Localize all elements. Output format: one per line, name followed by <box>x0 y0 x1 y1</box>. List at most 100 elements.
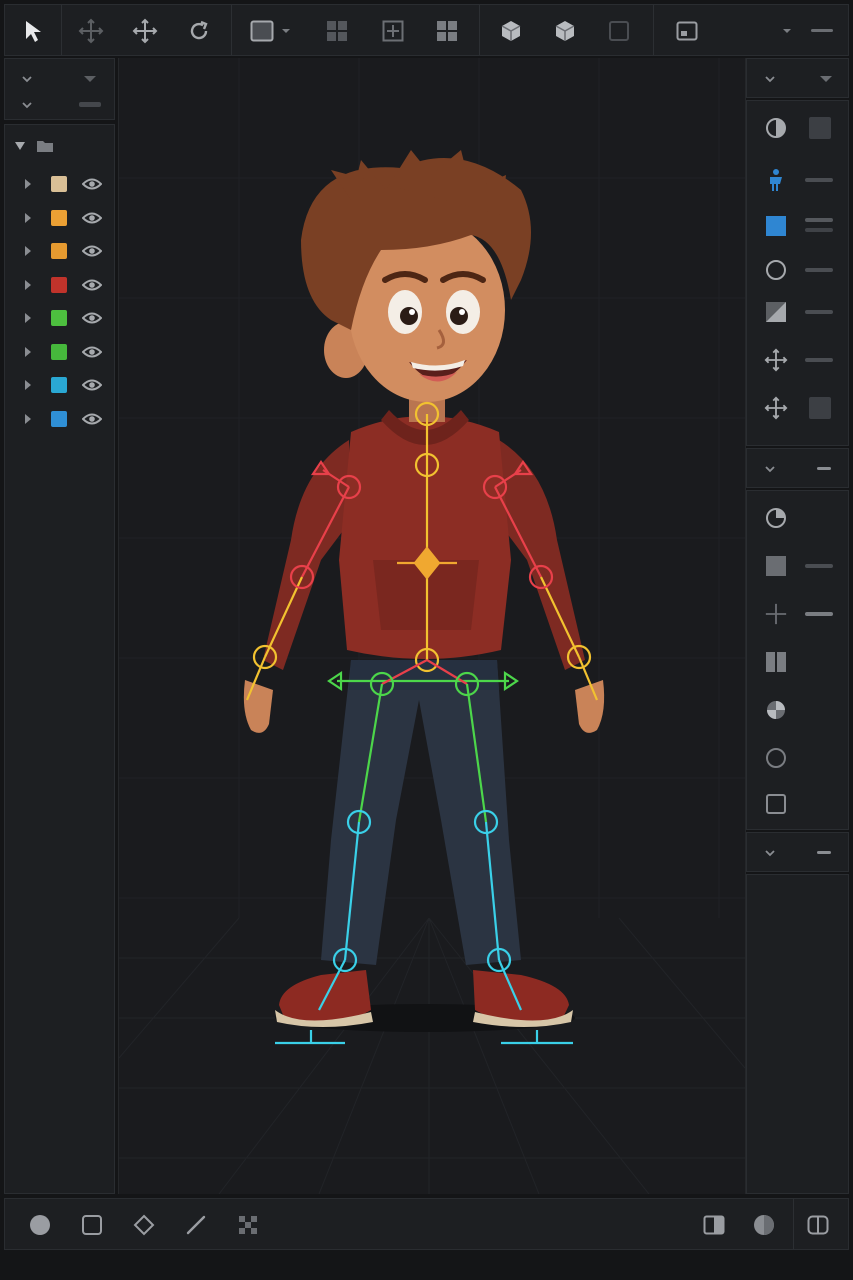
property-value-bar[interactable] <box>805 218 833 222</box>
eye-icon[interactable] <box>82 311 102 325</box>
select-tool-button[interactable] <box>13 13 53 49</box>
layer-item[interactable] <box>5 169 115 199</box>
expand-triangle-icon[interactable] <box>24 212 32 224</box>
property-row[interactable] <box>763 257 789 283</box>
eye-icon[interactable] <box>82 345 102 359</box>
square-shape-button[interactable] <box>77 1211 107 1239</box>
layer-color-swatch[interactable] <box>51 377 67 393</box>
move-light-tool-button[interactable] <box>71 13 111 49</box>
eye-icon[interactable] <box>82 278 102 292</box>
expand-triangle-icon[interactable] <box>24 245 32 257</box>
material-preview-button[interactable] <box>749 1211 779 1239</box>
rotate-tool-button[interactable] <box>179 13 219 49</box>
circle-shape-button[interactable] <box>25 1211 55 1239</box>
shape-tool-button[interactable] <box>241 13 301 49</box>
eye-icon[interactable] <box>82 378 102 392</box>
property-row[interactable] <box>763 505 789 531</box>
expand-triangle-icon[interactable] <box>14 141 26 151</box>
property-value-bar[interactable] <box>805 228 833 232</box>
layer-item[interactable] <box>5 303 115 333</box>
expand-triangle-icon[interactable] <box>24 312 32 324</box>
property-value-box[interactable] <box>809 117 831 139</box>
chevron-down-icon[interactable] <box>764 849 776 857</box>
property-value-bar[interactable] <box>805 178 833 182</box>
diamond-shape-button[interactable] <box>129 1211 159 1239</box>
expand-triangle-icon[interactable] <box>24 178 32 190</box>
eye-icon[interactable] <box>82 211 102 225</box>
line-tool-button[interactable] <box>181 1211 211 1239</box>
property-row[interactable] <box>763 347 789 373</box>
dropdown-indicator-icon[interactable] <box>819 75 833 83</box>
property-value-bar[interactable] <box>805 564 833 568</box>
expand-triangle-icon[interactable] <box>24 346 32 358</box>
layer-color-swatch[interactable] <box>51 410 67 427</box>
checker-tool-button[interactable] <box>233 1211 263 1239</box>
window-tool-button[interactable] <box>667 13 707 49</box>
eye-icon[interactable] <box>82 177 102 191</box>
split-view-button[interactable] <box>699 1211 729 1239</box>
viewport-canvas[interactable] <box>119 58 745 1194</box>
cube-alt-tool-button[interactable] <box>545 13 585 49</box>
layer-color-swatch[interactable] <box>51 243 67 259</box>
frame-tool-button[interactable] <box>599 13 639 49</box>
layer-item[interactable] <box>5 203 115 233</box>
property-value-bar[interactable] <box>805 310 833 314</box>
eye-icon[interactable] <box>82 412 102 426</box>
collapse-bar[interactable] <box>817 467 831 470</box>
expand-triangle-icon[interactable] <box>24 279 32 291</box>
property-row[interactable] <box>763 601 789 627</box>
expand-triangle-icon[interactable] <box>24 379 32 391</box>
chevron-down-icon[interactable] <box>21 101 33 109</box>
toolbar-dropdown[interactable] <box>775 19 799 43</box>
square-icon <box>250 20 274 42</box>
chevron-down-icon[interactable] <box>764 465 776 473</box>
property-value-bar[interactable] <box>805 358 833 362</box>
property-row[interactable] <box>763 649 789 675</box>
property-value-bar[interactable] <box>805 612 833 616</box>
property-row[interactable] <box>763 299 789 325</box>
sphere-icon <box>754 1215 774 1235</box>
layer-item[interactable] <box>5 236 115 266</box>
property-row[interactable] <box>763 167 789 193</box>
layer-color-swatch[interactable] <box>51 276 67 293</box>
property-row[interactable] <box>763 213 789 239</box>
property-value-box[interactable] <box>809 397 831 419</box>
viewport[interactable] <box>118 58 746 1194</box>
checker-icon <box>239 1216 257 1234</box>
layer-item[interactable] <box>5 337 115 367</box>
property-value-bar[interactable] <box>805 268 833 272</box>
grid-alt-tool-button[interactable] <box>427 13 467 49</box>
eye-icon[interactable] <box>82 244 102 258</box>
square-outline-icon <box>766 794 786 814</box>
layer-item[interactable] <box>5 270 115 300</box>
chevron-down-icon[interactable] <box>764 75 776 83</box>
split-alt-button[interactable] <box>803 1211 833 1239</box>
property-row[interactable] <box>763 115 789 141</box>
move-light-icon <box>78 18 104 44</box>
layer-color-swatch[interactable] <box>51 343 67 360</box>
collapse-bar[interactable] <box>817 851 831 854</box>
layer-color-swatch[interactable] <box>51 310 67 326</box>
layer-item[interactable] <box>5 370 115 400</box>
layer-color-swatch[interactable] <box>51 176 67 192</box>
layer-color-swatch[interactable] <box>51 209 67 226</box>
grid-add-tool-button[interactable] <box>373 13 413 49</box>
pie-icon <box>766 508 786 528</box>
split-icon <box>703 1215 725 1235</box>
grid-tool-button[interactable] <box>317 13 357 49</box>
cube-icon <box>501 21 521 41</box>
move-tool-button[interactable] <box>125 13 165 49</box>
property-row[interactable] <box>763 697 789 723</box>
chevron-down-icon[interactable] <box>21 75 33 83</box>
property-row[interactable] <box>763 395 789 421</box>
property-row[interactable] <box>763 553 789 579</box>
layer-item[interactable] <box>5 404 115 434</box>
property-row[interactable] <box>763 791 789 817</box>
materials-panel <box>746 490 849 830</box>
property-row[interactable] <box>763 745 789 771</box>
toolbar-handle[interactable] <box>811 29 833 32</box>
circle-icon <box>766 260 786 280</box>
cube-tool-button[interactable] <box>491 13 531 49</box>
dropdown-indicator-icon[interactable] <box>83 75 97 83</box>
expand-triangle-icon[interactable] <box>24 413 32 425</box>
